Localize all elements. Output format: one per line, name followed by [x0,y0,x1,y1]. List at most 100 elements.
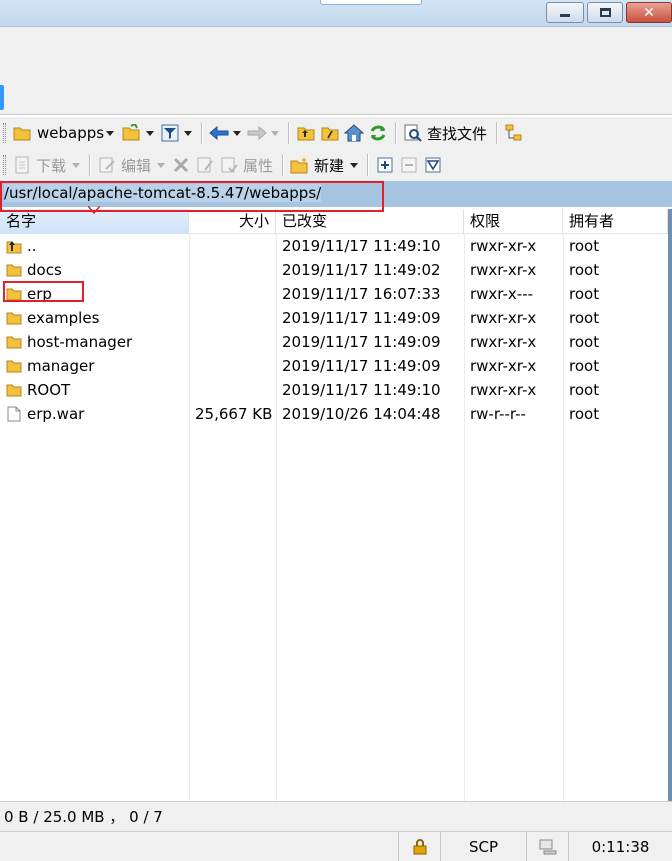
chevron-down-icon[interactable] [233,130,241,136]
refresh-icon[interactable] [368,123,388,143]
selection-status-bar: 0 B / 25.0 MB ， 0 / 7 [0,801,672,831]
file-row[interactable]: docs 2019/11/17 11:49:02 rwxr-xr-x root [0,258,668,282]
find-files-icon[interactable] [403,123,423,143]
chevron-down-icon[interactable] [72,162,81,168]
file-list[interactable]: .. 2019/11/17 11:49:10 rwxr-xr-x root docs 20… [0,234,668,801]
chevron-down-icon[interactable] [271,130,279,136]
file-owner: root [569,237,600,255]
rename-icon[interactable] [195,155,215,175]
download-icon[interactable] [12,155,32,175]
file-permissions: rwxr-xr-x [470,381,537,399]
elapsed-time-panel: 0:11:38 [568,832,672,861]
navigation-toolbar: webapps 查找文件 [0,117,672,149]
file-toolbar: 下载 编辑 属性 新建 [0,149,672,181]
file-row[interactable]: host-manager 2019/11/17 11:49:09 rwxr-xr-x… [0,330,668,354]
file-name: erp.war [27,405,85,423]
properties-icon[interactable] [219,155,239,175]
file-name-cell[interactable]: manager [0,357,189,375]
file-modified: 2019/10/26 14:04:48 [282,405,441,423]
erp-highlight-box [3,281,84,302]
home-icon[interactable] [344,123,364,143]
file-row[interactable]: manager 2019/11/17 11:49:09 rwxr-xr-x root [0,354,668,378]
toolbar-separator [89,154,91,176]
title-tab[interactable] [320,0,422,5]
select-minus-icon[interactable] [399,155,419,175]
file-permissions: rwxr-xr-x [470,237,537,255]
column-header-permissions[interactable]: 权限 [464,209,563,234]
forward-arrow-icon[interactable] [247,123,267,143]
file-permissions: rw-r--r-- [470,405,526,423]
folder-icon [6,334,22,350]
toolbar-separator [282,154,284,176]
title-bar: ✕ [0,0,672,27]
minimize-button[interactable] [546,2,584,23]
back-arrow-icon[interactable] [209,123,229,143]
file-row[interactable]: erp 2019/11/17 16:07:33 rwxr-x--- root [0,282,668,306]
download-button[interactable]: 下载 [36,155,66,176]
toolbar-grip[interactable] [3,123,6,143]
filter-icon[interactable] [160,123,180,143]
chevron-down-icon[interactable] [146,130,154,136]
highlight-pointer-icon [88,206,100,214]
file-modified: 2019/11/17 11:49:10 [282,381,441,399]
column-header-size[interactable]: 大小 [189,209,276,234]
close-button[interactable]: ✕ [626,2,672,23]
file-owner: root [569,405,600,423]
select-plus-icon[interactable] [375,155,395,175]
encryption-panel [398,832,440,861]
file-row[interactable]: ROOT 2019/11/17 11:49:10 rwxr-xr-x root [0,378,668,402]
edit-icon[interactable] [97,155,117,175]
parent-directory-icon[interactable] [296,123,316,143]
chevron-down-icon[interactable] [106,130,115,136]
delete-icon[interactable] [171,155,191,175]
lock-icon [413,839,426,855]
maximize-button[interactable] [587,2,623,23]
root-directory-icon[interactable] [320,123,340,143]
column-header-modified[interactable]: 已改变 [276,209,464,234]
directory-combo[interactable]: webapps [10,121,116,145]
file-owner: root [569,333,600,351]
file-name-cell[interactable]: .. [0,237,189,255]
new-folder-icon[interactable] [290,155,310,175]
toolbar-grip[interactable] [3,155,6,175]
right-edge-scrollbar[interactable] [668,209,672,801]
elapsed-time: 0:11:38 [591,838,650,856]
filter-select-icon[interactable] [423,155,443,175]
path-highlight-box [0,181,384,212]
winscp-window: ✕ webapps 查找文件 下载 编辑 属性 新建 /usr/local/ap… [0,0,672,861]
find-files-button[interactable]: 查找文件 [427,123,487,144]
file-name-cell[interactable]: ROOT [0,381,189,399]
edit-button[interactable]: 编辑 [121,155,151,176]
file-modified: 2019/11/17 11:49:09 [282,309,441,327]
file-owner: root [569,357,600,375]
file-name: examples [27,309,100,327]
chevron-down-icon[interactable] [350,162,359,168]
file-name-cell[interactable]: examples [0,309,189,327]
folder-icon [6,310,22,326]
file-name: .. [27,237,37,255]
file-row[interactable]: .. 2019/11/17 11:49:10 rwxr-xr-x root [0,234,668,258]
column-header-owner[interactable]: 拥有者 [563,209,668,234]
properties-button[interactable]: 属性 [243,155,273,176]
chevron-down-icon[interactable] [157,162,166,168]
maximize-icon [599,8,611,17]
compression-panel [526,832,568,861]
toolbar-separator [367,154,369,176]
file-size: 25,667 KB [195,405,273,423]
toolbar-separator [288,122,289,144]
file-list-header: 名字 大小 已改变 权限 拥有者 [0,209,668,234]
file-name-cell[interactable]: docs [0,261,189,279]
file-permissions: rwxr-xr-x [470,261,537,279]
computer-icon [539,839,556,855]
file-name-cell[interactable]: host-manager [0,333,189,351]
file-name-cell[interactable]: erp.war [0,405,189,423]
open-folder-icon[interactable] [122,123,142,143]
file-row[interactable]: erp.war 25,667 KB 2019/10/26 14:04:48 rw-r-… [0,402,668,426]
chevron-down-icon[interactable] [184,130,192,136]
file-modified: 2019/11/17 11:49:10 [282,237,441,255]
new-button[interactable]: 新建 [314,155,344,176]
file-name: docs [27,261,62,279]
toolbar-separator [496,122,498,144]
tree-view-icon[interactable] [504,123,524,143]
file-row[interactable]: examples 2019/11/17 11:49:09 rwxr-xr-x root [0,306,668,330]
